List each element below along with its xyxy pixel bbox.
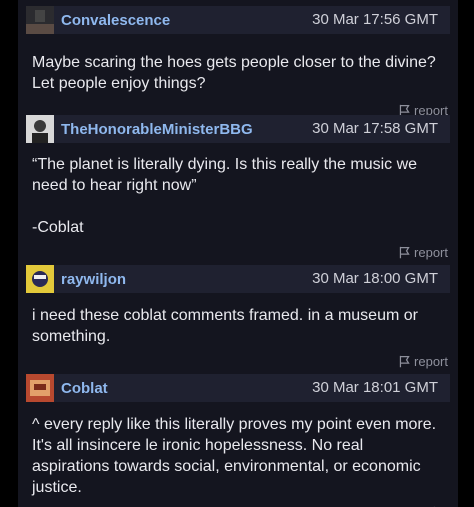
comment-text: -Coblat: [32, 219, 84, 236]
comment-header: TheHonorableMinisterBBG 30 Mar 17:58 GMT: [26, 115, 450, 143]
comment-header: Convalescence 30 Mar 17:56 GMT: [26, 6, 450, 34]
username[interactable]: Convalescence: [61, 12, 170, 29]
comment: raywiljon 30 Mar 18:00 GMT i need these …: [18, 265, 458, 371]
report-label: report: [414, 353, 448, 369]
comment: Coblat 30 Mar 18:01 GMT ^ every reply li…: [18, 374, 458, 507]
comment: Convalescence 30 Mar 17:56 GMT Maybe sca…: [18, 6, 458, 120]
comment-header: raywiljon 30 Mar 18:00 GMT: [26, 265, 450, 293]
avatar[interactable]: [26, 374, 54, 402]
timestamp: 30 Mar 18:01 GMT: [312, 379, 438, 396]
report-link[interactable]: [18, 502, 448, 507]
report-link[interactable]: report: [18, 351, 448, 371]
comments-panel: Convalescence 30 Mar 17:56 GMT Maybe sca…: [18, 0, 458, 507]
flag-icon: [399, 246, 410, 258]
username[interactable]: Coblat: [61, 380, 108, 397]
comment-body: ^ every reply like this literally proves…: [32, 414, 444, 498]
comment-text: ^ every reply like this literally proves…: [32, 416, 437, 496]
username[interactable]: raywiljon: [61, 271, 126, 288]
avatar[interactable]: [26, 115, 54, 143]
comment-header: Coblat 30 Mar 18:01 GMT: [26, 374, 450, 402]
avatar[interactable]: [26, 6, 54, 34]
timestamp: 30 Mar 18:00 GMT: [312, 270, 438, 287]
timestamp: 30 Mar 17:58 GMT: [312, 120, 438, 137]
avatar[interactable]: [26, 265, 54, 293]
flag-icon: [399, 355, 410, 367]
comment-text: “The planet is literally dying. Is this …: [32, 156, 418, 194]
comment: TheHonorableMinisterBBG 30 Mar 17:58 GMT…: [18, 115, 458, 262]
report-link[interactable]: report: [18, 242, 448, 262]
comment-body: Maybe scaring the hoes gets people close…: [32, 52, 444, 94]
timestamp: 30 Mar 17:56 GMT: [312, 11, 438, 28]
comment-text: Maybe scaring the hoes gets people close…: [32, 54, 436, 92]
comment-text: i need these coblat comments framed. in …: [32, 307, 418, 345]
report-label: report: [414, 244, 448, 260]
username[interactable]: TheHonorableMinisterBBG: [61, 121, 253, 138]
comment-body: “The planet is literally dying. Is this …: [32, 154, 444, 238]
comment-body: i need these coblat comments framed. in …: [32, 305, 444, 347]
